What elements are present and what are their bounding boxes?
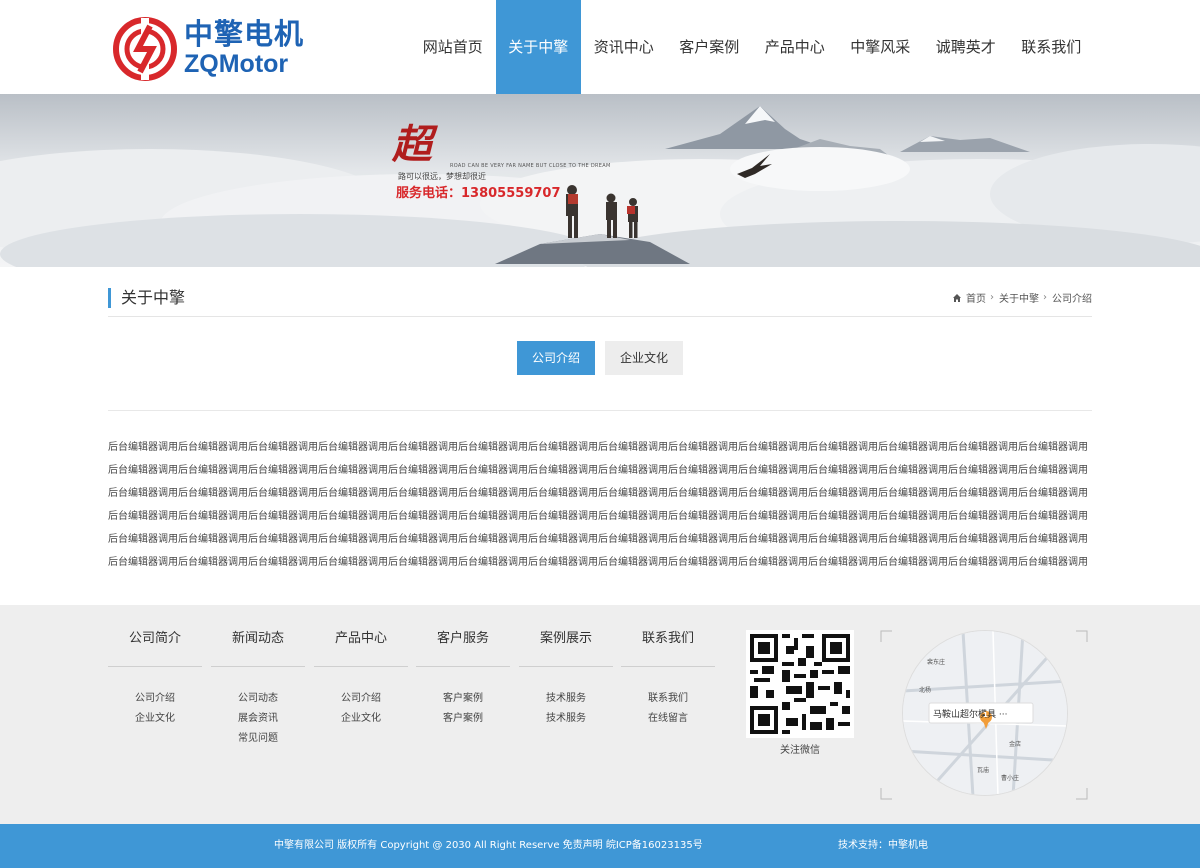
banner-calligraphy: 超: [392, 121, 432, 168]
footer-column-about: 公司简介 公司介绍 企业文化: [108, 605, 202, 729]
nav-item-careers[interactable]: 诚聘英才: [923, 0, 1009, 94]
footer-column-cases: 案例展示 技术服务 技术服务: [519, 605, 613, 729]
map-place-label: 马鞍山超尔模具 ···: [933, 710, 1008, 720]
site-footer: 公司简介 公司介绍 企业文化 新闻动态 公司动态 展会资讯 常见问题 产品中心 …: [0, 605, 1200, 824]
nav-item-products[interactable]: 产品中心: [752, 0, 838, 94]
home-icon: [953, 293, 961, 302]
footer-link[interactable]: 展会资讯: [211, 709, 305, 729]
site-logo[interactable]: 中擎电机 ZQMotor: [112, 14, 312, 84]
footer-column-service: 客户服务 客户案例 客户案例: [416, 605, 510, 729]
chevron-right-icon: ›: [990, 292, 994, 303]
footer-column-title: 案例展示: [519, 605, 613, 667]
footer-column-title: 联系我们: [621, 605, 715, 667]
breadcrumb-current[interactable]: 公司介绍: [1052, 290, 1092, 305]
breadcrumb-about[interactable]: 关于中擎: [999, 290, 1039, 305]
footer-link[interactable]: 联系我们: [621, 689, 715, 709]
map-label: 瓦庙: [977, 767, 990, 774]
map-circle: 马鞍山超尔模具 ··· 1 裴东庄 北杨 金店 瓦庙 曹小庄: [902, 630, 1068, 796]
bottom-bar: 中擎有限公司 版权所有 Copyright @ 2030 All Right R…: [0, 824, 1200, 868]
footer-link[interactable]: 公司动态: [211, 689, 305, 709]
nav-item-contact[interactable]: 联系我们: [1009, 0, 1095, 94]
content-divider: [108, 410, 1092, 411]
banner-slogan: 路可以很远，梦想却很近: [398, 172, 486, 181]
footer-column-contact: 联系我们 联系我们 在线留言: [621, 605, 715, 729]
hero-banner: 超 ROAD CAN BE VERY FAR NAME BUT CLOSE TO…: [0, 94, 1200, 267]
footer-link[interactable]: 企业文化: [108, 709, 202, 729]
chevron-right-icon: ›: [1043, 292, 1047, 303]
map-pin-number: 1: [983, 711, 988, 719]
nav-item-cases[interactable]: 客户案例: [667, 0, 753, 94]
breadcrumb: 首页 › 关于中擎 › 公司介绍: [952, 290, 1092, 305]
map-label: 北杨: [919, 687, 932, 694]
footer-column-news: 新闻动态 公司动态 展会资讯 常见问题: [211, 605, 305, 749]
tab-company-culture[interactable]: 企业文化: [605, 341, 683, 375]
footer-column-products: 产品中心 公司介绍 企业文化: [314, 605, 408, 729]
footer-column-title: 产品中心: [314, 605, 408, 667]
sub-tabs: 公司介绍 企业文化: [517, 341, 693, 375]
map-label: 裴东庄: [927, 659, 946, 666]
footer-link[interactable]: 技术服务: [519, 709, 613, 729]
nav-item-gallery[interactable]: 中擎风采: [838, 0, 924, 94]
banner-landscape-image: [0, 94, 1200, 267]
logo-chinese-name: 中擎电机: [184, 17, 305, 51]
tech-support-text: 技术支持：中擎机电: [838, 840, 928, 851]
banner-phone: 服务电话：13805559707: [396, 186, 561, 201]
article-body: 后台编辑器调用后台编辑器调用后台编辑器调用后台编辑器调用后台编辑器调用后台编辑器…: [108, 442, 1088, 568]
qr-caption: 关注微信: [780, 745, 820, 756]
footer-link[interactable]: 常见问题: [211, 729, 305, 749]
footer-column-title: 新闻动态: [211, 605, 305, 667]
footer-link[interactable]: 公司介绍: [108, 689, 202, 709]
footer-link[interactable]: 在线留言: [621, 709, 715, 729]
logo-emblem-icon: [113, 17, 177, 81]
nav-item-about[interactable]: 关于中擎: [495, 0, 581, 94]
footer-link[interactable]: 客户案例: [416, 689, 510, 709]
nav-item-news[interactable]: 资讯中心: [581, 0, 667, 94]
footer-link[interactable]: 客户案例: [416, 709, 510, 729]
footer-link[interactable]: 企业文化: [314, 709, 408, 729]
logo-english-name: ZQMotor: [184, 50, 289, 78]
breadcrumb-home[interactable]: 首页: [966, 290, 986, 305]
map-label: 曹小庄: [1001, 775, 1020, 782]
banner-english-line: ROAD CAN BE VERY FAR NAME BUT CLOSE TO T…: [450, 163, 611, 169]
page-title: 关于中擎: [108, 288, 185, 308]
map-label: 金店: [1009, 741, 1022, 748]
qr-code-icon: [746, 630, 854, 738]
footer-column-title: 客户服务: [416, 605, 510, 667]
nav-item-home[interactable]: 网站首页: [410, 0, 496, 94]
footer-link[interactable]: 公司介绍: [314, 689, 408, 709]
tab-company-intro[interactable]: 公司介绍: [517, 341, 595, 375]
copyright-text: 中擎有限公司 版权所有 Copyright @ 2030 All Right R…: [274, 840, 703, 851]
location-map[interactable]: 马鞍山超尔模具 ··· 1 裴东庄 北杨 金店 瓦庙 曹小庄: [880, 630, 1088, 800]
footer-column-title: 公司简介: [108, 605, 202, 667]
site-header: 中擎电机 ZQMotor 网站首页 关于中擎 资讯中心 客户案例 产品中心 中擎…: [0, 0, 1200, 94]
footer-link[interactable]: 技术服务: [519, 689, 613, 709]
main-nav: 网站首页 关于中擎 资讯中心 客户案例 产品中心 中擎风采 诚聘英才 联系我们: [410, 0, 1094, 94]
wechat-qr-code: [746, 630, 854, 738]
section-header: 关于中擎 首页 › 关于中擎 › 公司介绍: [108, 286, 1092, 317]
